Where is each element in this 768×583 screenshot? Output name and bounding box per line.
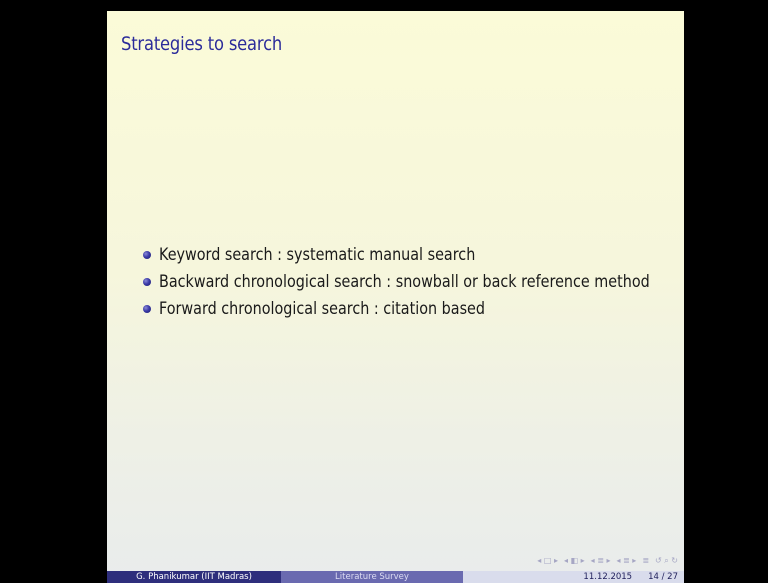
nav-frame-icon[interactable]: ◂ □ ▸ — [537, 556, 558, 566]
bullet-icon — [143, 251, 151, 259]
nav-section-icon[interactable]: ◂ ≣ ▸ — [591, 556, 611, 566]
nav-document-icon[interactable]: ◂ ≣ ▸ — [616, 556, 636, 566]
slide-title: Strategies to search — [121, 33, 283, 55]
nav-subsection-icon[interactable]: ◂ ◧ ▸ — [564, 556, 585, 566]
bullet-icon — [143, 305, 151, 313]
slide-footer: G. Phanikumar (IIT Madras) Literature Su… — [107, 571, 684, 583]
footer-author: G. Phanikumar (IIT Madras) — [107, 571, 281, 583]
footer-date-page: 11.12.2015 14 / 27 — [463, 571, 684, 583]
screen: Strategies to search Keyword search : sy… — [0, 0, 768, 583]
bullet-text: Backward chronological search : snowball… — [159, 272, 650, 291]
beamer-navigation-bar: ◂ □ ▸ ◂ ◧ ▸ ◂ ≣ ▸ ◂ ≣ ▸ ≣ ↺ ⌕ ↻ — [537, 556, 678, 566]
bullet-text: Keyword search : systematic manual searc… — [159, 245, 476, 264]
nav-appendix-icon[interactable]: ≣ — [642, 556, 649, 566]
nav-search-icon[interactable]: ↺ ⌕ ↻ — [655, 556, 678, 566]
footer-date: 11.12.2015 — [583, 572, 633, 582]
bullet-icon — [143, 278, 151, 286]
footer-page-number: 14 / 27 — [648, 572, 678, 582]
footer-presentation-title: Literature Survey — [281, 571, 463, 583]
bullet-text: Forward chronological search : citation … — [159, 299, 485, 318]
slide: Strategies to search Keyword search : sy… — [107, 11, 684, 583]
